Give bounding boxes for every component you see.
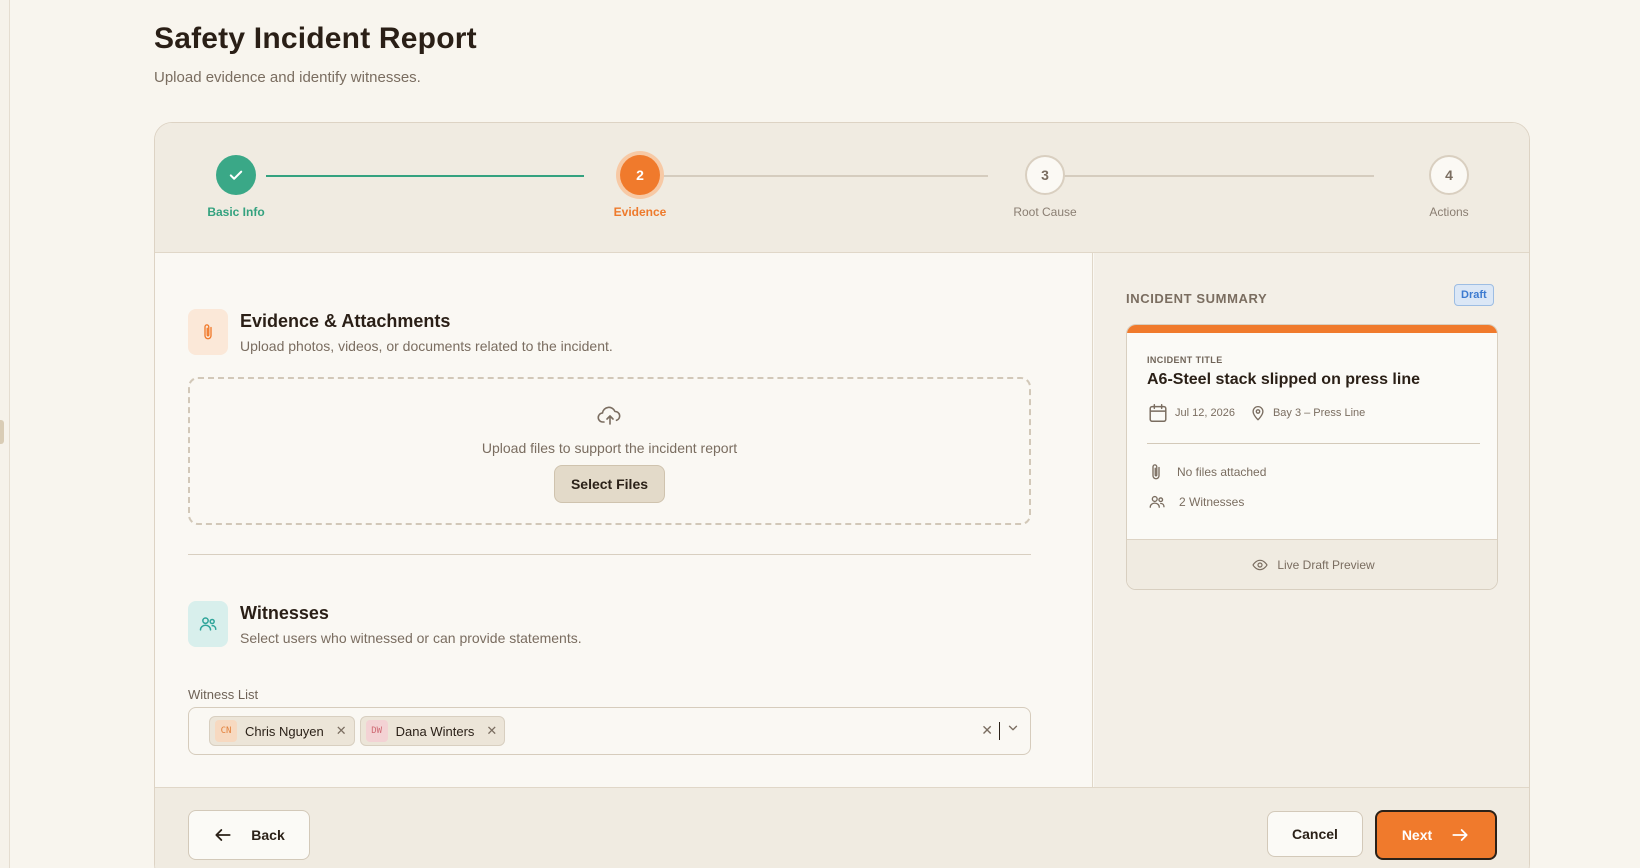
step-label: Root Cause <box>1013 205 1077 219</box>
step-label: Actions <box>1429 205 1469 219</box>
users-icon <box>1149 495 1165 508</box>
eye-icon <box>1252 559 1268 570</box>
incident-title: A6-Steel stack slipped on press line <box>1147 371 1420 388</box>
witnesses-description: Select users who witnessed or can provid… <box>240 630 582 646</box>
cancel-button[interactable]: Cancel <box>1267 811 1363 857</box>
step-root-cause[interactable]: 3 Root Cause <box>985 155 1105 219</box>
evidence-description: Upload photos, videos, or documents rela… <box>240 338 613 354</box>
upload-instructions: Upload files to support the incident rep… <box>481 440 738 456</box>
chevron-down-icon[interactable] <box>1006 721 1020 740</box>
summary-sidebar: INCIDENT SUMMARY Draft INCIDENT TITLE A6… <box>1094 253 1529 787</box>
witness-chip: DW Dana Winters ✕ <box>359 716 506 746</box>
witnesses-section-header: Witnesses Select users who witnessed or … <box>188 601 582 647</box>
incident-meta: Jul 12, 2026 Bay 3 – Press Line <box>1147 401 1379 425</box>
back-label: Back <box>251 827 285 843</box>
next-button[interactable]: Next <box>1375 810 1497 860</box>
form-main: Evidence & Attachments Upload photos, vi… <box>155 253 1093 787</box>
witnesses-row: 2 Witnesses <box>1147 493 1244 511</box>
step-number: 4 <box>1429 155 1469 195</box>
evidence-title: Evidence & Attachments <box>240 311 451 331</box>
clear-all-icon[interactable]: ✕ <box>981 722 993 739</box>
files-status: No files attached <box>1177 465 1267 479</box>
users-icon <box>188 601 228 647</box>
witness-list-label: Witness List <box>188 687 259 702</box>
progress-stepper: Basic Info 2 Evidence 3 Root Cause 4 Act… <box>155 123 1529 253</box>
live-preview-label: Live Draft Preview <box>1277 557 1375 572</box>
paperclip-icon <box>1152 464 1160 480</box>
step-connector-2 <box>657 175 988 177</box>
page-subtitle: Upload evidence and identify witnesses. <box>154 69 421 86</box>
status-badge: Draft <box>1454 284 1494 306</box>
step-actions[interactable]: 4 Actions <box>1389 155 1509 219</box>
step-number: 2 <box>620 155 660 195</box>
summary-card: INCIDENT TITLE A6-Steel stack slipped on… <box>1126 324 1498 590</box>
witness-name: Dana Winters <box>395 723 475 739</box>
arrow-right-icon <box>1452 829 1468 841</box>
step-evidence[interactable]: 2 Evidence <box>580 155 700 219</box>
summary-divider <box>1147 443 1480 444</box>
left-rail <box>0 0 10 868</box>
live-preview-footer: Live Draft Preview <box>1127 539 1497 589</box>
summary-kicker: INCIDENT TITLE <box>1147 355 1223 365</box>
arrow-left-icon <box>215 829 231 841</box>
cloud-upload-icon <box>190 405 1029 432</box>
summary-accent-bar <box>1127 325 1497 333</box>
back-button[interactable]: Back <box>188 810 310 860</box>
form-footer: Back Cancel Next <box>155 787 1529 868</box>
rail-tab[interactable] <box>0 420 4 444</box>
incident-location: Bay 3 – Press Line <box>1272 407 1366 419</box>
controls-separator <box>999 721 1000 740</box>
file-dropzone[interactable]: Upload files to support the incident rep… <box>188 377 1031 525</box>
files-row: No files attached <box>1147 461 1266 483</box>
summary-heading: INCIDENT SUMMARY <box>1126 291 1268 306</box>
witness-count: 2 Witnesses <box>1179 495 1245 509</box>
map-pin-icon <box>1252 406 1264 421</box>
select-files-button[interactable]: Select Files <box>553 465 666 503</box>
multiselect-controls: ✕ <box>981 721 1020 740</box>
incident-date: Jul 12, 2026 <box>1175 407 1235 419</box>
remove-chip-icon[interactable]: ✕ <box>486 723 497 739</box>
step-number: 3 <box>1025 155 1065 195</box>
paperclip-icon <box>188 309 228 355</box>
remove-chip-icon[interactable]: ✕ <box>336 723 347 739</box>
step-label: Basic Info <box>207 205 265 219</box>
witness-multiselect[interactable]: CN Chris Nguyen ✕ DW Dana Winters ✕ ✕ <box>188 707 1031 755</box>
avatar: DW <box>365 720 388 742</box>
witnesses-title: Witnesses <box>240 603 329 623</box>
witness-name: Chris Nguyen <box>245 723 324 739</box>
check-icon <box>216 155 256 195</box>
witness-chip: CN Chris Nguyen ✕ <box>209 716 355 746</box>
calendar-icon <box>1149 404 1167 422</box>
step-connector-1 <box>266 175 584 177</box>
step-basic-info[interactable]: Basic Info <box>176 155 296 219</box>
avatar: CN <box>215 720 237 742</box>
step-label: Evidence <box>613 205 667 219</box>
next-label: Next <box>1401 827 1433 843</box>
evidence-section-header: Evidence & Attachments Upload photos, vi… <box>188 309 613 355</box>
page-title: Safety Incident Report <box>154 22 477 55</box>
section-divider <box>188 554 1031 555</box>
report-card: Basic Info 2 Evidence 3 Root Cause 4 Act… <box>154 122 1530 868</box>
